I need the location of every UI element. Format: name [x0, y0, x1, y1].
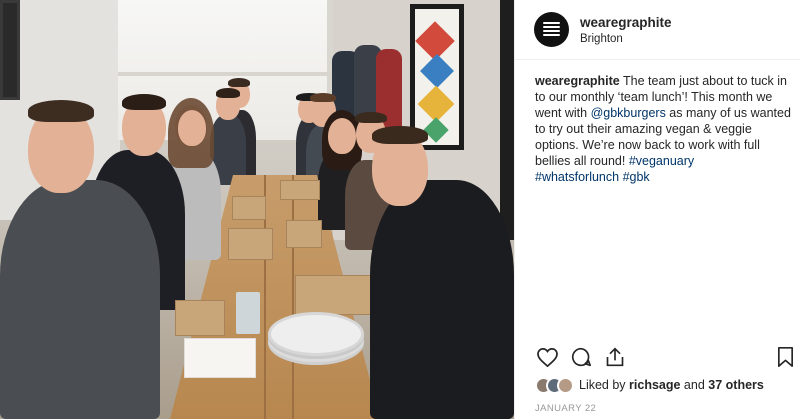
food-box-6: [280, 180, 320, 200]
hashtag-link[interactable]: #whatsforlunch: [535, 170, 619, 184]
likes-connector: and: [680, 378, 709, 392]
plate-stack: [268, 312, 364, 356]
window-bar: [118, 72, 333, 76]
post-sidebar: wearegraphite Brighton wearegraphite The…: [514, 0, 800, 419]
door-frame: [500, 0, 514, 240]
share-icon[interactable]: [603, 345, 627, 369]
post-photo[interactable]: [0, 0, 514, 419]
food-box-2: [295, 275, 375, 315]
likes-prefix: Liked by: [579, 378, 630, 392]
heart-icon[interactable]: [535, 345, 559, 369]
post-date[interactable]: JANUARY 22: [535, 403, 596, 414]
wall-frame-left: [0, 0, 20, 100]
post-location[interactable]: Brighton: [580, 33, 672, 45]
liker-avatar[interactable]: [557, 376, 574, 394]
bookmark-icon[interactable]: [773, 345, 797, 369]
hashtag-link[interactable]: #veganuary: [629, 154, 694, 168]
caption-author[interactable]: wearegraphite: [535, 74, 620, 88]
napkin-stack: [184, 338, 256, 378]
hashtag-link[interactable]: #gbk: [623, 170, 650, 184]
food-box-4: [286, 220, 322, 248]
food-box-3: [228, 228, 273, 260]
action-bar: [535, 345, 797, 371]
cutlery-cup: [236, 292, 260, 334]
likes-others[interactable]: 37 others: [708, 378, 764, 392]
post-caption: wearegraphite The team just about to tuc…: [535, 73, 793, 185]
mention-link[interactable]: @gbkburgers: [591, 106, 666, 120]
instagram-post: wearegraphite Brighton wearegraphite The…: [0, 0, 800, 419]
comment-icon[interactable]: [569, 345, 593, 369]
food-box-5: [232, 196, 266, 220]
profile-avatar[interactable]: [534, 12, 569, 47]
food-box-1: [175, 300, 225, 336]
liked-by-user[interactable]: richsage: [629, 378, 680, 392]
likes-summary: Liked by richsage and 37 others: [535, 375, 764, 395]
post-header: wearegraphite Brighton: [515, 0, 800, 60]
profile-username[interactable]: wearegraphite: [580, 15, 672, 30]
